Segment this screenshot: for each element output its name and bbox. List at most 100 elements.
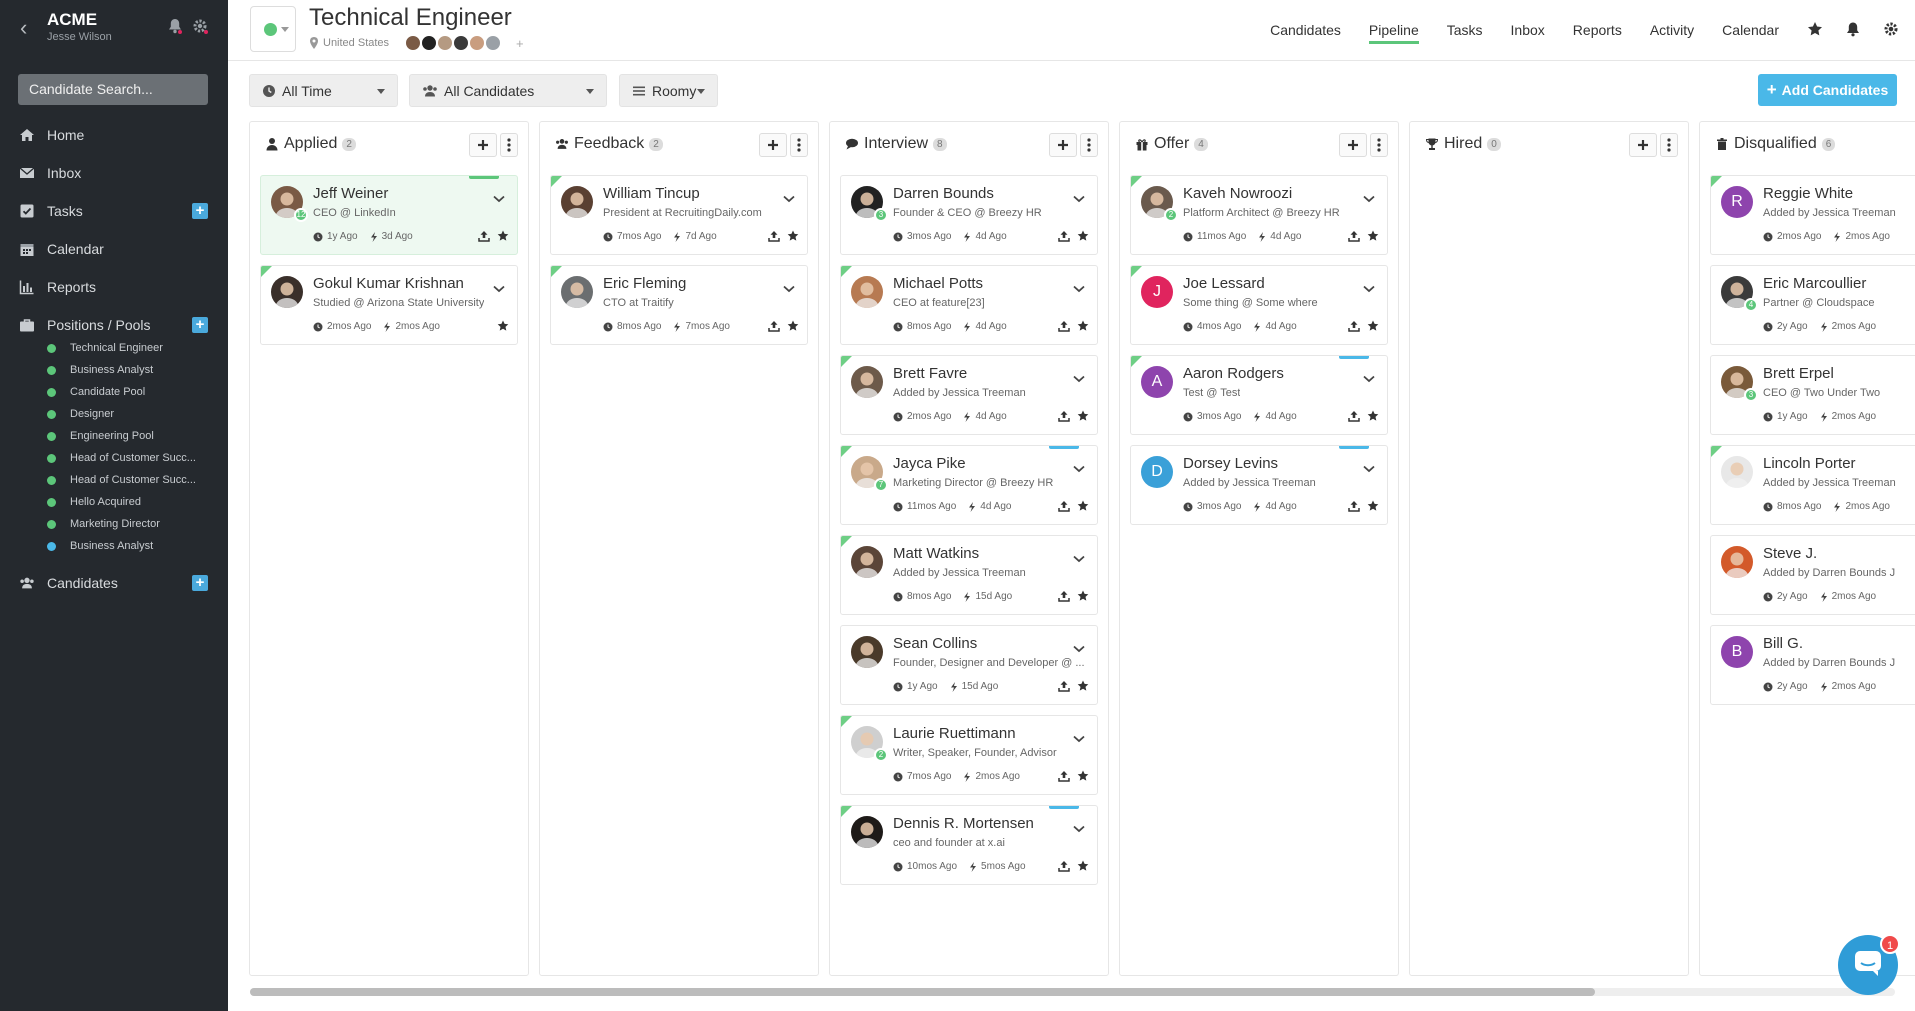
candidate-card[interactable]: Dennis R. Mortensen ceo and founder at x.… (840, 805, 1098, 885)
chevron-down-icon[interactable] (493, 280, 505, 293)
candidate-card[interactable]: R Reggie White Added by Jessica Treeman 2mo… (1710, 175, 1915, 255)
chevron-down-icon[interactable] (1363, 460, 1375, 473)
view-density-dropdown[interactable]: Roomy (619, 74, 718, 107)
candidate-name[interactable]: Eric Fleming (603, 275, 686, 292)
add-candidates-button[interactable]: + Add Candidates (1758, 74, 1897, 106)
star-icon[interactable] (1367, 320, 1379, 332)
upload-icon[interactable] (1058, 680, 1070, 692)
avatar[interactable]: D (1141, 456, 1173, 488)
candidate-card[interactable]: 2 Kaveh Nowroozi Platform Architect @ Bree… (1130, 175, 1388, 255)
candidate-name[interactable]: Aaron Rodgers (1183, 365, 1284, 382)
candidate-name[interactable]: Eric Marcoullier (1763, 275, 1866, 292)
candidate-card[interactable]: Gokul Kumar Krishnan Studied @ Arizona St… (260, 265, 518, 345)
upload-icon[interactable] (1348, 500, 1360, 512)
upload-icon[interactable] (1058, 770, 1070, 782)
upload-icon[interactable] (1058, 230, 1070, 242)
star-icon[interactable] (497, 320, 509, 332)
chevron-down-icon[interactable] (1073, 820, 1085, 833)
star-icon[interactable] (1077, 770, 1089, 782)
candidate-card[interactable]: 7 Jayca Pike Marketing Director @ Breezy H… (840, 445, 1098, 525)
star-icon[interactable] (1077, 860, 1089, 872)
candidate-card[interactable]: Lincoln Porter Added by Jessica Treeman 8m… (1710, 445, 1915, 525)
column-menu-button[interactable] (1370, 133, 1388, 157)
candidate-name[interactable]: Kaveh Nowroozi (1183, 185, 1292, 202)
nav-home[interactable]: Home (0, 120, 228, 150)
candidate-name[interactable]: Michael Potts (893, 275, 983, 292)
star-icon[interactable] (1077, 500, 1089, 512)
star-icon[interactable] (1367, 230, 1379, 242)
candidate-name[interactable]: Sean Collins (893, 635, 977, 652)
pool-item[interactable]: Hello Acquired (0, 491, 228, 513)
candidate-name[interactable]: Joe Lessard (1183, 275, 1265, 292)
star-icon[interactable] (787, 230, 799, 242)
candidate-name[interactable]: Lincoln Porter (1763, 455, 1856, 472)
candidate-name[interactable]: Jayca Pike (893, 455, 966, 472)
star-icon[interactable] (1077, 680, 1089, 692)
column-menu-button[interactable] (1660, 133, 1678, 157)
bell-icon[interactable] (1845, 21, 1863, 39)
tab-activity[interactable]: Activity (1650, 0, 1694, 60)
avatar[interactable]: B (1721, 636, 1753, 668)
avatar[interactable] (851, 636, 883, 668)
candidate-card[interactable]: Steve J. Added by Darren Bounds J 2y Ago 2m… (1710, 535, 1915, 615)
avatar[interactable] (561, 186, 593, 218)
candidate-card[interactable]: Brett Favre Added by Jessica Treeman 2mos … (840, 355, 1098, 435)
avatar[interactable]: R (1721, 186, 1753, 218)
upload-icon[interactable] (1348, 230, 1360, 242)
candidate-card[interactable]: J Joe Lessard Some thing @ Some where 4mos … (1130, 265, 1388, 345)
hiring-team-avatars[interactable] (404, 34, 502, 52)
pool-item[interactable]: Business Analyst (0, 359, 228, 381)
avatar[interactable] (271, 276, 303, 308)
add-candidate-to-stage-button[interactable] (1339, 133, 1367, 157)
avatar[interactable] (851, 276, 883, 308)
candidate-name[interactable]: Jeff Weiner (313, 185, 388, 202)
avatar[interactable] (1721, 456, 1753, 488)
add-candidate-to-stage-button[interactable] (759, 133, 787, 157)
candidate-name[interactable]: Darren Bounds (893, 185, 994, 202)
tab-pipeline[interactable]: Pipeline (1368, 0, 1419, 60)
star-icon[interactable] (1367, 410, 1379, 422)
candidate-name[interactable]: Matt Watkins (893, 545, 979, 562)
candidate-card[interactable]: 12 Jeff Weiner CEO @ LinkedIn 1y Ago 3d Ago (260, 175, 518, 255)
candidate-name[interactable]: Gokul Kumar Krishnan (313, 275, 464, 292)
candidate-name[interactable]: Steve J. (1763, 545, 1817, 562)
tab-candidates[interactable]: Candidates (1270, 0, 1341, 60)
candidate-card[interactable]: D Dorsey Levins Added by Jessica Treeman 3m… (1130, 445, 1388, 525)
chevron-down-icon[interactable] (493, 190, 505, 203)
horizontal-scrollbar[interactable] (250, 988, 1895, 996)
chevron-down-icon[interactable] (783, 280, 795, 293)
nav-positions-pools[interactable]: Positions / Pools + (0, 310, 228, 340)
upload-icon[interactable] (1058, 590, 1070, 602)
star-icon[interactable] (1367, 500, 1379, 512)
add-candidate-to-stage-button[interactable] (1049, 133, 1077, 157)
nav-candidates[interactable]: Candidates + (0, 568, 228, 598)
upload-icon[interactable] (768, 230, 780, 242)
upload-icon[interactable] (1058, 320, 1070, 332)
upload-icon[interactable] (768, 320, 780, 332)
chevron-down-icon[interactable] (783, 190, 795, 203)
upload-icon[interactable] (1058, 500, 1070, 512)
chevron-down-icon[interactable] (1363, 370, 1375, 383)
column-menu-button[interactable] (500, 133, 518, 157)
candidate-card[interactable]: 3 Darren Bounds Founder & CEO @ Breezy HR 3… (840, 175, 1098, 255)
candidate-search-input[interactable]: Candidate Search... (18, 74, 208, 105)
avatar[interactable] (1721, 546, 1753, 578)
gear-icon[interactable] (1883, 21, 1901, 39)
candidate-name[interactable]: Reggie White (1763, 185, 1853, 202)
candidate-card[interactable]: 4 Eric Marcoullier Partner @ Cloudspace 2y … (1710, 265, 1915, 345)
star-icon[interactable] (1077, 230, 1089, 242)
upload-icon[interactable] (1348, 410, 1360, 422)
candidate-card[interactable]: Michael Potts CEO at feature[23] 8mos Ago 4… (840, 265, 1098, 345)
chevron-down-icon[interactable] (1073, 640, 1085, 653)
add-task-plus-icon[interactable]: + (192, 203, 208, 219)
star-icon[interactable] (1077, 320, 1089, 332)
avatar[interactable] (851, 366, 883, 398)
add-team-member-button[interactable]: + (516, 36, 524, 51)
settings-gear-icon[interactable] (192, 18, 208, 34)
pool-item[interactable]: Head of Customer Succ... (0, 447, 228, 469)
star-icon[interactable] (787, 320, 799, 332)
position-status-dropdown[interactable] (250, 6, 296, 52)
candidate-name[interactable]: Brett Favre (893, 365, 967, 382)
scrollbar-thumb[interactable] (250, 988, 1595, 996)
candidate-name[interactable]: Laurie Ruettimann (893, 725, 1016, 742)
